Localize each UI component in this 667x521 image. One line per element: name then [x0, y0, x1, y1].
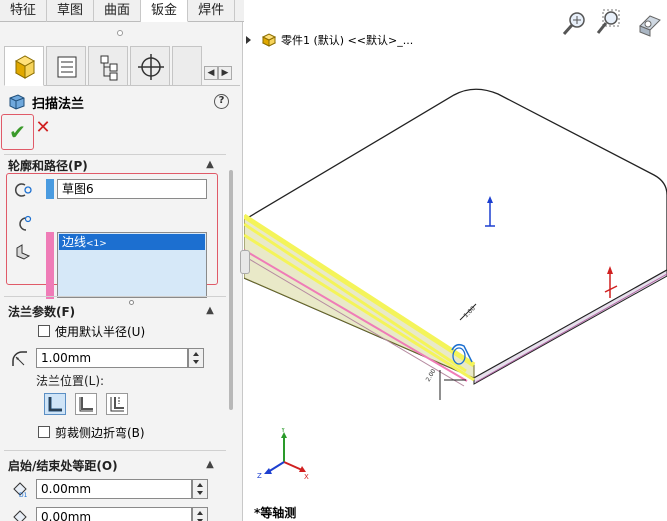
cancel-button[interactable]: ✕: [34, 118, 52, 138]
property-list-icon: [57, 56, 77, 78]
flyout-feature-tree[interactable]: 零件1 (默认) <<默认>_...: [246, 32, 413, 48]
bend-outside-icon: [110, 397, 124, 412]
property-manager-panel: ◀ ▶ 扫描法兰 ? ✔ ✕ 轮廓和路径(P) ▲ 草图6 边线<1> 法兰参数…: [0, 22, 243, 521]
profile-color-tab: [46, 179, 54, 199]
tab-features[interactable]: 特征: [0, 0, 48, 22]
tab-sketch[interactable]: 草图: [47, 0, 95, 22]
section-divider: [4, 296, 226, 297]
end-offset-spinner[interactable]: [192, 507, 208, 521]
start-offset-icon: D1: [13, 482, 28, 499]
section-divider: [4, 154, 226, 155]
tab-weldments[interactable]: 焊件: [188, 0, 236, 22]
bend-outside-button[interactable]: [106, 393, 128, 415]
tab-surfaces[interactable]: 曲面: [94, 0, 142, 22]
path-edge-list[interactable]: 边线<1>: [57, 232, 207, 298]
feature-title: 扫描法兰: [8, 92, 84, 112]
profile-sketch-icon: [15, 183, 32, 197]
use-default-radius-checkbox[interactable]: [38, 325, 50, 337]
trim-side-bends-checkbox[interactable]: [38, 426, 50, 438]
end-offset-icon: [13, 510, 27, 521]
collapse-offset-icon[interactable]: ▲: [204, 459, 216, 471]
bend-radius-spinner[interactable]: [188, 348, 204, 368]
tab-configuration-manager[interactable]: [88, 46, 128, 86]
previous-view-icon[interactable]: [634, 8, 664, 38]
svg-text:D1: D1: [19, 492, 28, 499]
swept-flange-icon: [9, 94, 25, 110]
tab-dimxpert-manager[interactable]: [130, 46, 170, 86]
tab-feature-manager[interactable]: [4, 46, 44, 86]
tab-property-manager[interactable]: [46, 46, 86, 86]
material-inside-icon: [48, 397, 62, 412]
bend-radius-icon: [12, 351, 27, 366]
axis-triad-icon: Y X Z: [257, 428, 309, 480]
path-color-tab: [46, 232, 54, 299]
panel-collapse-handle[interactable]: [240, 250, 250, 274]
use-default-radius-row[interactable]: 使用默认半径(U): [38, 323, 145, 339]
graphics-area[interactable]: 零件1 (默认) <<默认>_... 2.00 1.00 Y X Z *等轴测: [244, 0, 667, 521]
ok-button[interactable]: ✔: [1, 114, 34, 150]
path-edge-item[interactable]: 边线<1>: [59, 234, 205, 250]
svg-text:X: X: [304, 473, 309, 480]
part-icon: [261, 33, 277, 47]
expand-arrow-icon[interactable]: [246, 36, 251, 44]
trim-side-bends-label: 剪裁侧边折弯(B): [55, 425, 145, 440]
zoom-to-area-icon[interactable]: [594, 8, 624, 38]
material-outside-icon: [79, 397, 93, 412]
section-header-flange-params[interactable]: 法兰参数(F): [8, 302, 75, 320]
start-offset-input[interactable]: 0.00mm: [36, 479, 192, 499]
material-outside-button[interactable]: [75, 393, 97, 415]
path-edge-icon: [19, 215, 32, 231]
part-tree-label: 零件1 (默认) <<默认>_...: [281, 34, 414, 47]
collapse-flange-icon[interactable]: ▲: [204, 305, 216, 317]
collapse-profile-icon[interactable]: ▲: [204, 159, 216, 171]
svg-text:Y: Y: [280, 428, 286, 434]
crosshair-icon: [138, 54, 164, 80]
section-header-profile-path[interactable]: 轮廓和路径(P): [8, 156, 88, 174]
bend-radius-input[interactable]: 1.00mm: [36, 348, 188, 368]
view-orientation-label: *等轴测: [254, 506, 297, 520]
section-header-start-end-offset[interactable]: 启始/结束处等距(O): [8, 456, 118, 474]
use-default-radius-label: 使用默认半径(U): [55, 324, 146, 339]
sheet-metal-model[interactable]: 2.00 1.00: [244, 60, 667, 460]
profile-sketch-field[interactable]: 草图6: [57, 179, 207, 199]
manager-tabs: ◀ ▶: [4, 46, 240, 86]
help-icon[interactable]: ?: [214, 94, 229, 109]
material-inside-button[interactable]: [44, 393, 66, 415]
flange-position-label: 法兰位置(L):: [36, 373, 105, 388]
zoom-to-fit-icon[interactable]: [560, 8, 590, 38]
list-resize-grip[interactable]: [129, 300, 134, 305]
feature-title-text: 扫描法兰: [32, 96, 85, 112]
end-offset-input[interactable]: 0.00mm: [36, 507, 192, 521]
svg-text:Z: Z: [257, 472, 262, 480]
sheet-metal-part-icon: [16, 244, 31, 260]
feature-tree-icon: [14, 55, 36, 79]
trim-side-bends-row[interactable]: 剪裁侧边折弯(B): [38, 424, 145, 440]
svg-text:2.00: 2.00: [425, 368, 438, 383]
start-offset-spinner[interactable]: [192, 479, 208, 499]
tabs-scroll-left-icon[interactable]: ◀: [204, 66, 218, 80]
profile-path-selection-group: 草图6 边线<1>: [6, 173, 218, 305]
panel-grip[interactable]: [117, 30, 123, 36]
tab-display-manager[interactable]: [172, 46, 202, 86]
tabs-scroll-right-icon[interactable]: ▶: [218, 66, 232, 80]
panel-scrollbar[interactable]: [229, 170, 233, 410]
tab-sheet-metal[interactable]: 钣金: [141, 0, 189, 22]
configuration-icon: [100, 55, 118, 81]
section-divider: [4, 450, 226, 451]
